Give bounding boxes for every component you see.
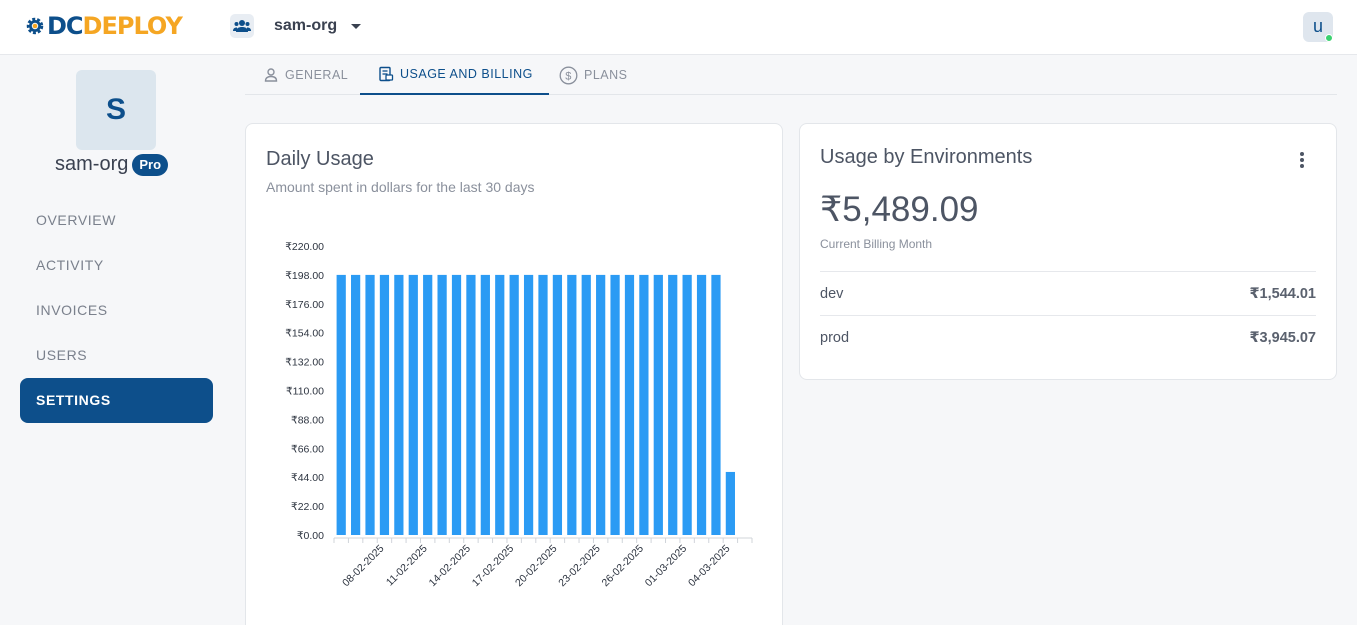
bar bbox=[682, 274, 692, 535]
bar bbox=[552, 274, 563, 535]
svg-text:$: $ bbox=[565, 70, 572, 82]
y-tick-label: ₹66.00 bbox=[291, 443, 324, 455]
x-tick-label: 01-03-2025 bbox=[643, 543, 690, 590]
org-switcher[interactable]: sam-org bbox=[230, 14, 362, 38]
x-tick-label: 08-02-2025 bbox=[340, 543, 387, 590]
billing-total: ₹5,489.09 bbox=[820, 190, 979, 229]
bar bbox=[509, 274, 519, 535]
logo-text-deploy: DEPLOY bbox=[82, 12, 183, 40]
environment-row-dev: dev ₹1,544.01 bbox=[820, 271, 1316, 315]
y-tick-label: ₹132.00 bbox=[285, 357, 324, 369]
x-tick-label: 17-02-2025 bbox=[470, 543, 517, 590]
online-status-icon bbox=[1325, 34, 1333, 42]
bar bbox=[394, 274, 404, 535]
tab-plans[interactable]: $ PLANS bbox=[559, 55, 628, 95]
bar bbox=[567, 274, 577, 535]
org-avatar: S bbox=[76, 70, 156, 150]
bar bbox=[696, 274, 707, 535]
top-bar: DCDEPLOY sam-org u bbox=[0, 0, 1357, 55]
bar bbox=[451, 274, 462, 535]
sidebar-item-invoices[interactable]: INVOICES bbox=[20, 288, 213, 333]
gear-icon bbox=[26, 17, 44, 35]
bar bbox=[480, 274, 490, 535]
plan-badge: Pro bbox=[132, 153, 169, 176]
daily-usage-subtitle: Amount spent in dollars for the last 30 … bbox=[266, 179, 535, 195]
sidebar-item-overview[interactable]: OVERVIEW bbox=[20, 198, 213, 243]
team-icon bbox=[230, 14, 254, 38]
bar bbox=[336, 274, 346, 535]
tab-general[interactable]: GENERAL bbox=[263, 55, 348, 95]
y-tick-label: ₹22.00 bbox=[291, 501, 324, 513]
environment-row-prod: prod ₹3,945.07 bbox=[820, 315, 1316, 359]
bar bbox=[610, 274, 620, 535]
y-tick-label: ₹154.00 bbox=[285, 328, 324, 340]
billing-icon bbox=[379, 66, 394, 82]
environment-amount: ₹1,544.01 bbox=[1249, 285, 1316, 302]
logo-text-dc: DC bbox=[47, 12, 84, 40]
org-switcher-name: sam-org bbox=[274, 17, 338, 34]
bar bbox=[365, 274, 375, 535]
daily-usage-card: Daily Usage Amount spent in dollars for … bbox=[245, 123, 783, 625]
tab-general-label: GENERAL bbox=[285, 68, 349, 82]
daily-usage-title: Daily Usage bbox=[266, 148, 374, 170]
sidebar-item-users[interactable]: USERS bbox=[20, 333, 213, 378]
org-title-name: sam-org bbox=[55, 153, 129, 175]
x-tick-label: 04-03-2025 bbox=[686, 543, 733, 590]
bar bbox=[423, 274, 433, 535]
environment-name: dev bbox=[820, 285, 844, 302]
y-tick-label: ₹110.00 bbox=[286, 386, 324, 398]
bar bbox=[408, 274, 418, 535]
dollar-icon: $ bbox=[559, 66, 578, 84]
daily-usage-chart: ₹0.00 ₹22.00 ₹44.00 ₹66.00 ₹88.00 ₹110.00 ₹132… bbox=[285, 241, 753, 590]
bar bbox=[351, 274, 361, 535]
bar bbox=[639, 274, 649, 535]
bar bbox=[596, 274, 606, 535]
bar bbox=[523, 274, 534, 535]
bar bbox=[624, 274, 635, 535]
dcdeploy-logo[interactable]: DCDEPLOY bbox=[24, 12, 183, 40]
bar bbox=[668, 274, 678, 535]
billing-total-label: Current Billing Month bbox=[820, 237, 933, 251]
bar bbox=[711, 274, 721, 535]
y-tick-label: ₹88.00 bbox=[291, 414, 324, 426]
sidebar-item-activity[interactable]: ACTIVITY bbox=[20, 243, 213, 288]
x-tick-label: 26-02-2025 bbox=[600, 543, 647, 590]
environment-name: prod bbox=[820, 329, 850, 346]
environment-amount: ₹3,945.07 bbox=[1249, 329, 1316, 346]
x-tick-label: 23-02-2025 bbox=[556, 543, 603, 590]
tab-plans-label: PLANS bbox=[584, 68, 628, 82]
bar bbox=[725, 471, 735, 535]
usage-by-environments-card: Usage by Environments ₹5,489.09 Current … bbox=[799, 123, 1337, 380]
x-tick-label: 14-02-2025 bbox=[427, 543, 474, 590]
bar bbox=[653, 274, 663, 535]
usage-by-environments-title: Usage by Environments bbox=[820, 146, 1033, 168]
bar bbox=[466, 274, 476, 535]
y-tick-label: ₹176.00 bbox=[285, 299, 324, 311]
y-tick-label: ₹220.00 bbox=[285, 241, 324, 253]
y-tick-label: ₹0.00 bbox=[297, 530, 324, 542]
more-options-icon[interactable] bbox=[1296, 152, 1308, 168]
chevron-down-icon bbox=[351, 23, 362, 29]
bar bbox=[495, 274, 505, 535]
bar bbox=[581, 274, 591, 535]
y-tick-label: ₹198.00 bbox=[285, 270, 324, 282]
x-tick-label: 20-02-2025 bbox=[513, 543, 560, 590]
bar bbox=[437, 274, 447, 535]
bar bbox=[538, 274, 548, 535]
tab-usage-and-billing-label: USAGE AND BILLING bbox=[400, 67, 533, 81]
user-icon bbox=[264, 68, 278, 82]
settings-tabs: GENERAL USAGE AND BILLING $ PLANS bbox=[245, 55, 1337, 95]
org-title: sam-org Pro bbox=[55, 153, 169, 176]
y-tick-label: ₹44.00 bbox=[291, 472, 324, 484]
tab-usage-and-billing[interactable]: USAGE AND BILLING bbox=[360, 55, 549, 95]
bar bbox=[379, 274, 390, 535]
sidebar-item-settings[interactable]: SETTINGS bbox=[20, 378, 213, 423]
x-tick-label: 11-02-2025 bbox=[384, 543, 430, 589]
